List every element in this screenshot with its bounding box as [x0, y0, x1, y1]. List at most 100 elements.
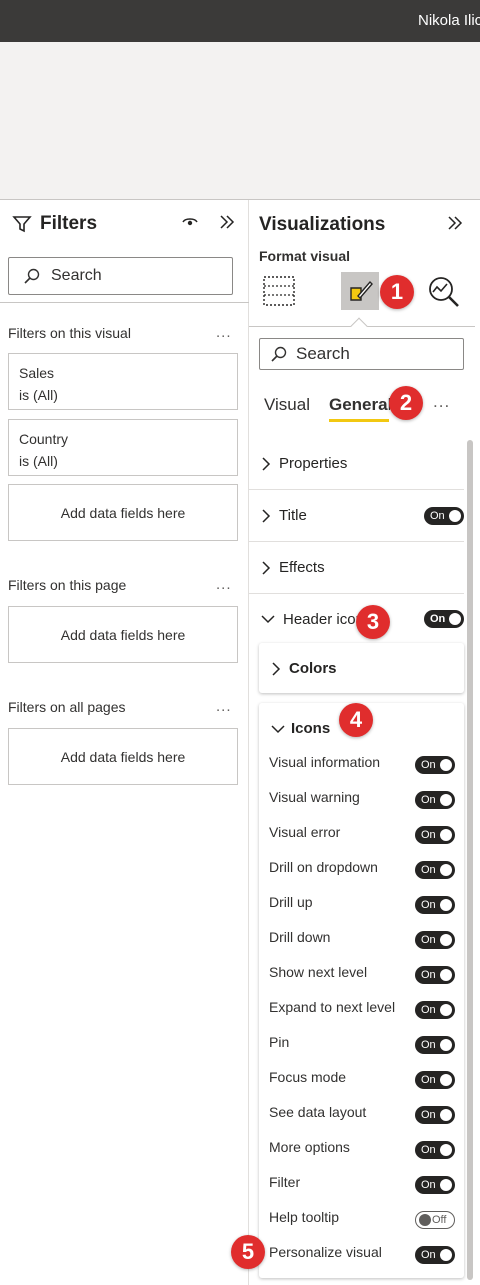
visualizations-search-input[interactable]: Search [259, 338, 464, 370]
section-effects[interactable]: Effects [249, 542, 464, 594]
filters-search-input[interactable]: Search [8, 257, 233, 295]
collapse-chevron-icon[interactable] [445, 213, 465, 233]
format-visual-label: Format visual [259, 248, 351, 264]
filter-card-country[interactable]: Country is (All) [8, 419, 238, 476]
filter-card-sales[interactable]: Sales is (All) [8, 353, 238, 410]
option-toggle[interactable]: On [415, 791, 455, 809]
option-toggle[interactable]: On [415, 1036, 455, 1054]
chevron-right-icon [272, 661, 281, 676]
filters-pane: Filters Search Filters on this visual ..… [0, 200, 249, 1285]
option-toggle[interactable]: On [415, 861, 455, 879]
option-toggle[interactable]: On [415, 826, 455, 844]
icons-card: Icons Visual information On Visual warnin… [259, 703, 464, 1278]
option-label: See data layout [269, 1104, 367, 1120]
option-toggle[interactable]: On [415, 1071, 455, 1089]
annotation-marker: 2 [389, 386, 423, 420]
option-label: Focus mode [269, 1069, 347, 1085]
more-options-button[interactable]: ... [216, 576, 232, 593]
tab-general[interactable]: General [329, 395, 390, 415]
filters-this-page-label: Filters on this page [8, 577, 127, 593]
section-properties[interactable]: Properties [249, 438, 464, 490]
colors-card-label: Colors [289, 660, 337, 677]
option-label: Expand to next level [269, 999, 396, 1015]
option-label: Show next level [269, 964, 368, 980]
chevron-right-icon [262, 508, 271, 523]
option-visual-error: Visual error On [269, 824, 455, 846]
filters-this-visual-label: Filters on this visual [8, 325, 131, 341]
section-label: Properties [279, 455, 348, 472]
option-toggle[interactable]: On [415, 931, 455, 949]
active-tab-underline [329, 419, 389, 422]
option-label: Pin [269, 1034, 290, 1050]
option-toggle[interactable]: On [415, 966, 455, 984]
add-data-fields-page[interactable]: Add data fields here [8, 606, 238, 663]
section-title[interactable]: Title On [249, 490, 464, 542]
more-options-button[interactable]: ... [216, 324, 232, 341]
build-visual-icon[interactable] [263, 276, 295, 306]
user-name[interactable]: Nikola Ilic [418, 12, 480, 29]
analytics-magnifier-icon[interactable] [427, 276, 461, 308]
option-toggle[interactable]: On [415, 1176, 455, 1194]
option-label: Drill up [269, 894, 313, 910]
option-show-next-level: Show next level On [269, 964, 455, 986]
filters-title: Filters [12, 213, 97, 235]
visualizations-search-placeholder: Search [296, 344, 350, 363]
option-toggle[interactable]: On [415, 756, 455, 774]
divider [0, 302, 249, 303]
visualizations-pane: Visualizations Format visual Search Visu… [249, 200, 480, 1285]
option-drill-on-dropdown: Drill on dropdown On [269, 859, 455, 881]
colors-card[interactable]: Colors [259, 643, 464, 693]
search-icon [271, 346, 287, 362]
option-toggle[interactable]: Off [415, 1211, 455, 1229]
option-more-options: More options On [269, 1139, 455, 1161]
option-label: More options [269, 1139, 350, 1155]
visualizations-title: Visualizations [259, 214, 386, 235]
option-label: Visual warning [269, 789, 360, 805]
annotation-marker: 1 [380, 275, 414, 309]
option-expand-to-next-level: Expand to next level On [269, 999, 455, 1021]
option-personalize-visual: Personalize visual On [269, 1244, 455, 1266]
filter-icon [12, 216, 32, 233]
tab-visual[interactable]: Visual [264, 395, 310, 415]
header-icons-toggle[interactable]: On [424, 610, 464, 628]
filters-search-placeholder: Search [51, 267, 102, 284]
search-icon [24, 268, 40, 284]
add-data-fields-all-pages[interactable]: Add data fields here [8, 728, 238, 785]
option-filter: Filter On [269, 1174, 455, 1196]
option-toggle[interactable]: On [415, 1106, 455, 1124]
collapse-chevron-icon[interactable] [217, 212, 237, 232]
colors-card-header[interactable]: Colors [271, 660, 337, 677]
filters-all-pages-label: Filters on all pages [8, 699, 126, 715]
top-bar: Nikola Ilic [0, 0, 480, 42]
filter-value: is (All) [19, 453, 58, 469]
option-toggle[interactable]: On [415, 1001, 455, 1019]
report-canvas[interactable] [0, 42, 480, 200]
paintbrush-icon[interactable] [348, 278, 374, 304]
option-drill-down: Drill down On [269, 929, 455, 951]
icons-card-header[interactable]: Icons [271, 720, 330, 737]
option-focus-mode: Focus mode On [269, 1069, 455, 1091]
title-toggle[interactable]: On [424, 507, 464, 525]
option-help-tooltip: Help tooltip Off [269, 1209, 455, 1231]
chevron-down-icon [261, 615, 275, 624]
annotation-marker: 3 [356, 605, 390, 639]
option-pin: Pin On [269, 1034, 455, 1056]
eye-icon[interactable] [180, 212, 200, 232]
more-options-button[interactable]: ... [433, 392, 450, 412]
section-label: Title [279, 507, 307, 524]
option-label: Drill on dropdown [269, 859, 378, 875]
more-options-button[interactable]: ... [216, 698, 232, 715]
filter-field: Sales [19, 365, 55, 381]
option-label: Filter [269, 1174, 301, 1190]
chevron-right-icon [262, 456, 271, 471]
annotation-marker: 5 [231, 1235, 265, 1269]
add-data-fields-visual[interactable]: Add data fields here [8, 484, 238, 541]
option-see-data-layout: See data layout On [269, 1104, 455, 1126]
option-toggle[interactable]: On [415, 1141, 455, 1159]
chevron-right-icon [262, 560, 271, 575]
option-toggle[interactable]: On [415, 896, 455, 914]
option-visual-warning: Visual warning On [269, 789, 455, 811]
option-toggle[interactable]: On [415, 1246, 455, 1264]
scrollbar[interactable] [467, 440, 473, 1280]
filters-title-text: Filters [40, 213, 98, 234]
